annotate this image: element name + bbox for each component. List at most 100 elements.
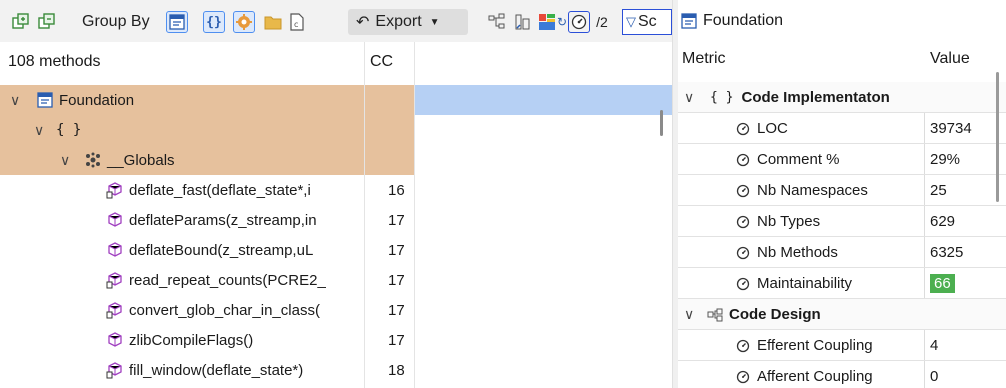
metric-name: Maintainability [734,268,852,299]
globals-icon [84,151,102,169]
metric-label: Comment % [757,151,840,168]
gauge-icon [734,368,752,386]
folder-icon[interactable] [262,11,284,33]
table-row[interactable]: fill_window(deflate_state*) 18 [0,355,672,385]
chevron-down-icon: ▼ [429,16,440,28]
method-name: deflateParams(z_streamp,in [129,211,317,229]
filter-icon: ▽ [626,14,636,29]
metric-value: 25 [930,182,947,199]
export-label: Export [375,13,422,30]
cc-value: 17 [388,211,405,229]
tree-row-label: Foundation [36,85,134,115]
method-static-icon [106,271,124,289]
chevron-down-icon[interactable]: ∨ [60,145,70,175]
metric-row-maintainability[interactable]: Maintainability 66 [678,268,1006,299]
metric-value: 629 [930,213,956,230]
metric-row-types[interactable]: Nb Types 629 [678,206,1006,237]
metric-value: 6325 [930,244,964,261]
group-by-type-button[interactable] [233,11,255,33]
column-divider[interactable] [414,42,415,388]
metric-value: 4 [930,337,939,354]
gauge-icon [734,275,752,293]
metric-value: 66 [930,268,955,299]
metric-value: 39734 [930,120,972,137]
table-row[interactable]: read_repeat_counts(PCRE2_ 17 [0,265,672,295]
chevron-down-icon[interactable]: ∨ [684,299,694,330]
table-row[interactable]: deflate_fast(deflate_state*,i 16 [0,175,672,205]
refresh-icon[interactable]: ↻ [556,11,568,33]
tree-scrollbar[interactable] [660,110,663,136]
cc-value: 17 [388,301,405,319]
group-by-namespace-button[interactable]: {} [203,11,225,33]
method-static-icon [106,301,124,319]
tree-row-namespace[interactable]: ∨ { } [0,115,672,145]
gauge-icon [734,337,752,355]
metric-label: Maintainability [757,275,853,292]
metric-row-efferent[interactable]: Efferent Coupling 4 [678,330,1006,361]
cc-value: 18 [388,361,405,379]
metric-row-afferent[interactable]: Afferent Coupling 0 [678,361,1006,388]
tree-row-label: deflateBound(z_streamp,uL [106,235,364,265]
tree-row-text: Foundation [59,91,135,109]
metric-label: Afferent Coupling [757,368,873,385]
group-by-assembly-button[interactable] [166,11,188,33]
methods-count-header[interactable]: 108 methods [8,53,101,71]
table-row[interactable]: deflateBound(z_streamp,uL 17 [0,235,672,265]
metric-row-loc[interactable]: LOC 39734 [678,113,1006,144]
metric-group-row[interactable]: ∨ Code Design [678,299,1006,330]
source-file-icon[interactable]: c [286,11,308,33]
metric-row-methods[interactable]: Nb Methods 6325 [678,237,1006,268]
method-name: convert_glob_char_in_class( [129,301,320,319]
metric-name: Comment % [734,144,840,175]
column-divider[interactable] [364,42,365,388]
metric-label: Efferent Coupling [757,337,873,354]
group-by-label: Group By [82,13,150,30]
metric-name: Nb Methods [734,237,838,268]
cc-value: 17 [388,271,405,289]
design-icon [706,306,724,324]
row-selection [415,85,672,115]
table-row[interactable]: zlibCompileFlags() 17 [0,325,672,355]
value-column-header[interactable]: Value [930,50,970,68]
cc-value: 16 [388,181,405,199]
expand-all-icon[interactable] [10,11,32,33]
methods-tree-panel: 108 methods CC ∨ Foundation ∨ { } ∨ __Gl… [0,42,672,388]
table-row[interactable]: convert_glob_char_in_class( 17 [0,295,672,325]
tree-row-foundation[interactable]: ∨ Foundation [0,85,672,115]
tree-row-globals[interactable]: ∨ __Globals [0,145,672,175]
metric-column-header[interactable]: Metric [682,50,726,68]
gauge-icon [734,213,752,231]
undo-arrow-icon: ↶ [356,14,370,31]
metric-gauge-button[interactable] [568,11,590,33]
search-input[interactable]: ▽ Sc [622,9,672,35]
metric-group-label: { } Code Implementaton [710,82,890,113]
items-count-partial: /2 [596,14,608,30]
metric-name: Nb Namespaces [734,175,868,206]
namespace-icon: { } [56,122,82,138]
treemap-icon[interactable] [536,11,558,33]
graph-icon[interactable] [486,11,508,33]
chevron-down-icon[interactable]: ∨ [34,115,44,145]
metric-label: Nb Methods [757,244,838,261]
collapse-all-icon[interactable] [36,11,58,33]
table-row[interactable]: deflateParams(z_streamp,in 17 [0,205,672,235]
toolbar: Group By {} c ↶ Export ▼ ↻ /2 ▽ Sc [0,0,672,42]
metric-label: Nb Types [757,213,821,230]
metric-row-namespaces[interactable]: Nb Namespaces 25 [678,175,1006,206]
tree-row-text: __Globals [107,151,175,169]
method-name: read_repeat_counts(PCRE2_ [129,271,326,289]
cc-column-header[interactable]: CC [370,53,393,71]
method-static-icon [106,361,124,379]
chevron-down-icon[interactable]: ∨ [684,82,694,113]
export-button[interactable]: ↶ Export ▼ [348,9,468,35]
svg-text:c: c [294,20,298,29]
method-icon [106,211,124,229]
metric-value: 0 [930,368,939,385]
metrics-scrollbar[interactable] [996,72,999,202]
chevron-down-icon[interactable]: ∨ [10,85,20,115]
gauge-icon [734,151,752,169]
metric-row-comment[interactable]: Comment % 29% [678,144,1006,175]
matrix-icon[interactable] [512,11,534,33]
gauge-icon [734,244,752,262]
metric-group-row[interactable]: ∨ { } Code Implementaton [678,82,1006,113]
